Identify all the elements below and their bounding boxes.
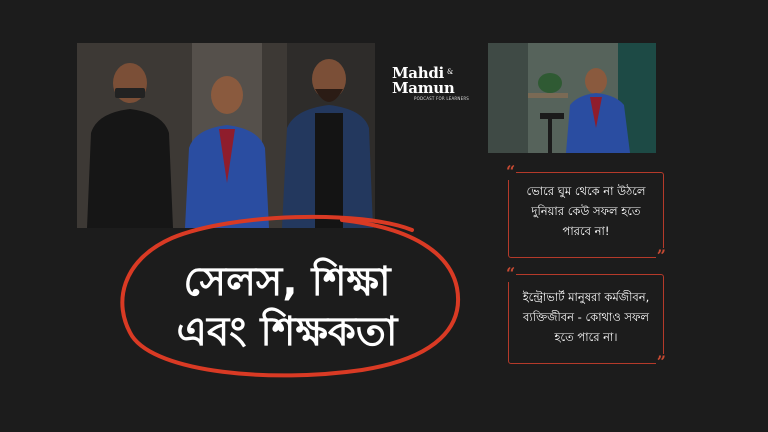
open-quote-icon: “ <box>505 162 517 181</box>
quote-text-1: ভোরে ঘুম থেকে না উঠলে দুনিয়ার কেউ সফল হ… <box>526 184 646 238</box>
quote-text-2: ইন্ট্রোভার্ট মানুষরা কর্মজীবন, ব্যক্তিজী… <box>522 290 650 344</box>
guests-group-photo <box>77 43 375 228</box>
host-photo-illustration <box>488 43 656 153</box>
close-quote-icon: ” <box>655 246 667 265</box>
group-photo-illustration <box>77 43 375 228</box>
episode-title: সেলস, শিক্ষা এবং শিক্ষকতা <box>112 208 462 383</box>
logo-tagline: PODCAST FOR LEARNERS <box>414 96 470 101</box>
title-line-2: এবং শিক্ষকতা <box>176 309 398 355</box>
podcast-logo: Mahdi & Mamun PODCAST FOR LEARNERS <box>392 66 472 106</box>
host-photo <box>488 43 656 153</box>
close-quote-icon: ” <box>655 352 667 371</box>
quote-card-2: “ ইন্ট্রোভার্ট মানুষরা কর্মজীবন, ব্যক্তি… <box>505 266 667 370</box>
open-quote-icon: “ <box>505 264 517 283</box>
logo-line2: Mamun <box>392 79 455 97</box>
quote-card-1: “ ভোরে ঘুম থেকে না উঠলে দুনিয়ার কেউ সফল… <box>505 164 667 264</box>
logo-ampersand: & <box>447 68 454 76</box>
